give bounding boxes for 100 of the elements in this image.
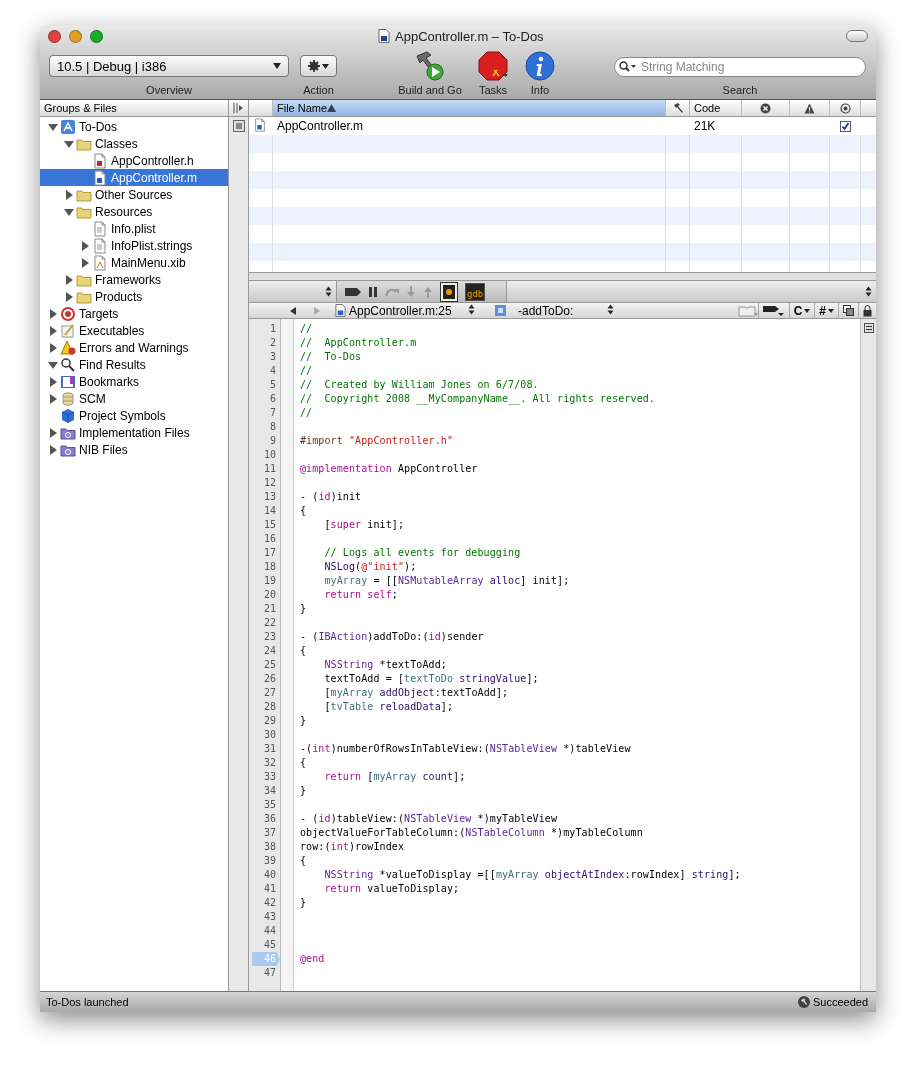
line-number: 13 xyxy=(262,490,277,504)
gear-icon xyxy=(308,60,320,72)
minimize-button[interactable] xyxy=(69,29,82,43)
disclosure-triangle-icon[interactable] xyxy=(48,376,58,387)
tree-item[interactable]: Project Symbols xyxy=(40,407,228,424)
pause-icon[interactable] xyxy=(368,286,378,297)
code-line: myArray = [[NSMutableArray alloc] init]; xyxy=(323,574,571,588)
code-line: { xyxy=(300,644,308,658)
code-line: // Copyright 2008 __MyCompanyName__. All rights reserved. xyxy=(300,392,656,406)
tree-item[interactable]: Products xyxy=(40,288,228,305)
line-number: 5 xyxy=(268,378,277,392)
search-icon xyxy=(60,356,76,373)
stop-icon[interactable] xyxy=(477,50,509,82)
file-popup[interactable]: AppController.m:25 xyxy=(335,303,475,318)
build-and-go-icon[interactable] xyxy=(414,50,446,82)
code-size: 21K xyxy=(694,119,716,133)
line-number: 47 xyxy=(262,966,277,980)
line-number: 36 xyxy=(262,812,277,826)
disclosure-triangle-icon[interactable] xyxy=(64,138,74,149)
toolbar-label: Build and Go xyxy=(398,84,462,96)
info-icon[interactable] xyxy=(524,50,556,82)
line-number: 24 xyxy=(262,644,277,658)
split-editor-icon[interactable] xyxy=(863,323,874,333)
column-header[interactable]: File Name xyxy=(273,100,666,116)
tree-item[interactable]: Targets xyxy=(40,305,228,322)
line-number: 14 xyxy=(262,504,277,518)
disclosure-triangle-icon[interactable] xyxy=(80,257,90,268)
tree-item[interactable]: InfoPlist.strings xyxy=(40,237,228,254)
search-icon[interactable] xyxy=(619,61,637,72)
disclosure-triangle-icon[interactable] xyxy=(64,291,74,302)
debugger-console-button[interactable]: gdb xyxy=(465,282,486,301)
menu-button[interactable]: C xyxy=(788,302,815,319)
tree-item[interactable]: Executables xyxy=(40,322,228,339)
tree-item[interactable]: Frameworks xyxy=(40,271,228,288)
line-number: 9 xyxy=(268,434,277,448)
disclosure-triangle-icon[interactable] xyxy=(48,393,58,404)
line-number: 41 xyxy=(262,882,277,896)
disclosure-triangle-icon[interactable] xyxy=(48,342,58,353)
breakpoint-icon xyxy=(762,304,785,317)
line-number: 15 xyxy=(262,518,277,532)
line-number: 35 xyxy=(262,798,277,812)
disclosure-triangle-icon[interactable] xyxy=(48,325,58,336)
scheme-popup[interactable]: 10.5 | Debug | i386 xyxy=(49,55,289,77)
disclosure-triangle-icon[interactable] xyxy=(48,308,58,319)
line-number: 37 xyxy=(262,826,277,840)
line-number: 7 xyxy=(268,406,277,420)
disclosure-triangle-icon[interactable] xyxy=(48,427,58,438)
column-header[interactable]: Code xyxy=(690,100,742,116)
tree-item[interactable]: AppController.h xyxy=(40,152,228,169)
line-number: 32 xyxy=(262,756,277,770)
code-line: row:(int)rowIndex xyxy=(300,840,406,854)
code-line: // Logs all events for debugging xyxy=(323,546,522,560)
tree-item[interactable]: Info.plist xyxy=(40,220,228,237)
tree-item[interactable]: Other Sources xyxy=(40,186,228,203)
target-icon xyxy=(60,305,76,322)
close-button[interactable] xyxy=(48,29,61,43)
pencil-icon xyxy=(60,322,76,339)
tree-item[interactable]: AppController.m xyxy=(40,169,228,186)
disclosure-triangle-icon[interactable] xyxy=(48,444,58,455)
checkbox[interactable] xyxy=(840,120,851,132)
toolbar-label: Action xyxy=(303,84,334,96)
tree-item[interactable]: Classes xyxy=(40,135,228,152)
tree-item[interactable]: MainMenu.xib xyxy=(40,254,228,271)
toolbar-toggle-button[interactable] xyxy=(846,30,868,42)
breakpoint-icon[interactable] xyxy=(345,286,361,297)
search-field[interactable]: String Matching xyxy=(614,57,866,77)
code-line: NSString *textToAdd; xyxy=(323,658,448,672)
code-line: { xyxy=(300,756,308,770)
line-number: 31 xyxy=(262,742,277,756)
line-number: 12 xyxy=(262,476,277,490)
tree-item[interactable]: Implementation Files xyxy=(40,424,228,441)
document-icon xyxy=(378,29,390,43)
book-icon xyxy=(60,373,76,390)
split-view-icon[interactable] xyxy=(233,103,244,113)
caret-icon xyxy=(273,63,281,69)
list-icon[interactable] xyxy=(232,120,245,132)
action-button[interactable] xyxy=(300,55,337,77)
code-line: // AppController.m xyxy=(300,336,418,350)
tree-item[interactable]: To-Dos xyxy=(40,118,228,135)
popup-arrows-icon xyxy=(865,286,872,297)
tree-item[interactable]: Bookmarks xyxy=(40,373,228,390)
disclosure-triangle-icon[interactable] xyxy=(80,240,90,251)
menu-button[interactable]: # xyxy=(814,302,838,319)
line-number: 43 xyxy=(262,910,277,924)
disclosure-triangle-icon[interactable] xyxy=(64,189,74,200)
disclosure-triangle-icon[interactable] xyxy=(64,274,74,285)
zoom-button[interactable] xyxy=(90,29,103,43)
tree-item[interactable]: Resources xyxy=(40,203,228,220)
disclosure-triangle-icon[interactable] xyxy=(48,359,58,370)
code-line: #import "AppController.h" xyxy=(300,434,455,448)
disclosure-triangle-icon[interactable] xyxy=(48,121,58,132)
tree-item[interactable]: NIB Files xyxy=(40,441,228,458)
disclosure-triangle-icon[interactable] xyxy=(64,206,74,217)
code-line: // xyxy=(300,364,314,378)
tree-item[interactable]: Find Results xyxy=(40,356,228,373)
tree-item[interactable]: Errors and Warnings xyxy=(40,339,228,356)
tree-item[interactable]: SCM xyxy=(40,390,228,407)
symbol-popup[interactable]: -addToDo: xyxy=(518,303,614,318)
hammer-icon xyxy=(797,996,810,1008)
line-number: 20 xyxy=(262,588,277,602)
